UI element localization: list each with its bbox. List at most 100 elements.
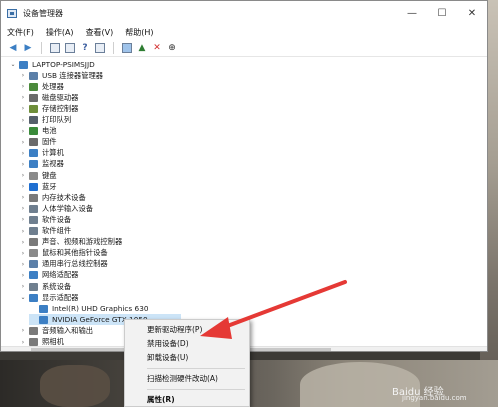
collapse-arrow-icon[interactable]: ⌄ xyxy=(19,294,27,301)
expand-arrow-icon[interactable]: › xyxy=(19,161,27,168)
download-icon[interactable]: ⊕ xyxy=(166,42,178,54)
remove-icon[interactable]: ✕ xyxy=(151,42,163,54)
menu-item-update-driver[interactable]: 更新驱动程序(P) xyxy=(125,323,249,337)
expand-arrow-icon[interactable]: › xyxy=(19,339,27,346)
tree-item[interactable]: › 固件 xyxy=(19,137,57,148)
expand-arrow-icon[interactable]: › xyxy=(19,327,27,334)
menu-item-uninstall-device[interactable]: 卸载设备(U) xyxy=(125,351,249,365)
device-category-icon xyxy=(29,338,38,346)
help-icon[interactable]: ? xyxy=(79,42,91,54)
forward-icon[interactable]: ▶ xyxy=(22,42,34,54)
tree-item[interactable]: › 软件设备 xyxy=(19,214,71,225)
tree-item[interactable]: › 打印队列 xyxy=(19,115,71,126)
maximize-button[interactable]: ☐ xyxy=(427,1,457,25)
tree-item[interactable]: › 监视器 xyxy=(19,159,64,170)
tree-item[interactable]: › 软件组件 xyxy=(19,226,71,237)
menu-item-properties[interactable]: 属性(R) xyxy=(125,393,249,407)
expand-arrow-icon[interactable]: › xyxy=(19,83,27,90)
tree-item-label: 声音、视频和游戏控制器 xyxy=(42,237,123,247)
device-category-icon xyxy=(29,182,38,191)
device-category-icon xyxy=(29,215,38,224)
tree-item[interactable]: › 鼠标和其他指针设备 xyxy=(19,248,108,259)
toolbar-separator xyxy=(113,41,114,54)
menu-bar: 文件(F) 操作(A) 查看(V) 帮助(H) xyxy=(1,25,487,39)
tree-item[interactable]: › 网络适配器 xyxy=(19,270,78,281)
tree-item-label: 人体学输入设备 xyxy=(42,203,94,213)
back-icon[interactable]: ◀ xyxy=(7,42,19,54)
tree-item[interactable]: ⌄ 显示适配器 xyxy=(19,292,78,303)
device-category-icon xyxy=(29,149,38,158)
tree-item[interactable]: › 音频输入和输出 xyxy=(19,325,93,336)
expand-arrow-icon[interactable]: › xyxy=(19,72,27,79)
device-category-icon xyxy=(29,204,38,213)
close-button[interactable]: ✕ xyxy=(457,1,487,25)
device-manager-icon xyxy=(7,8,17,18)
title-bar[interactable]: 设备管理器 — ☐ ✕ xyxy=(1,1,487,25)
menu-action[interactable]: 操作(A) xyxy=(46,27,74,38)
minimize-button[interactable]: — xyxy=(397,1,427,25)
tree-item-label: 软件组件 xyxy=(42,226,72,235)
tree-item[interactable]: › 键盘 xyxy=(19,170,57,181)
computer-icon xyxy=(19,60,28,69)
tree-item-label: 音频输入和输出 xyxy=(42,325,94,335)
window-title: 设备管理器 xyxy=(23,8,63,18)
tree-item-label: 内存技术设备 xyxy=(42,192,86,202)
device-category-icon xyxy=(29,326,38,335)
expand-arrow-icon[interactable]: › xyxy=(19,239,27,246)
expand-arrow-icon[interactable]: › xyxy=(19,261,27,268)
tree-item[interactable]: › 处理器 xyxy=(19,81,64,92)
tree-item[interactable]: › 存储控制器 xyxy=(19,103,78,114)
display-adapter-icon xyxy=(39,304,48,313)
device-category-icon xyxy=(29,127,38,136)
display-adapter-icon xyxy=(39,315,48,324)
menu-view[interactable]: 查看(V) xyxy=(86,27,114,38)
tree-item[interactable]: › 声音、视频和游戏控制器 xyxy=(19,237,122,248)
expand-arrow-icon[interactable]: › xyxy=(19,283,27,290)
tree-item[interactable]: › USB 连接器管理器 xyxy=(19,70,103,81)
tree-item[interactable]: › 蓝牙 xyxy=(19,181,57,192)
tree-item[interactable]: › 人体学输入设备 xyxy=(19,203,93,214)
tree-item-label: USB 连接器管理器 xyxy=(42,70,104,80)
tree-item-display-adapter[interactable]: Intel(R) UHD Graphics 630 xyxy=(29,303,148,314)
expand-arrow-icon[interactable]: › xyxy=(19,105,27,112)
tree-item-label: 磁盘驱动器 xyxy=(42,92,79,102)
expand-arrow-icon[interactable]: › xyxy=(19,139,27,146)
expand-arrow-icon[interactable]: › xyxy=(19,272,27,279)
expand-arrow-icon[interactable]: › xyxy=(19,172,27,179)
tree-item[interactable]: › 系统设备 xyxy=(19,281,71,292)
tree-item-label: 存储控制器 xyxy=(42,103,79,113)
expand-arrow-icon[interactable]: › xyxy=(19,216,27,223)
expand-arrow-icon[interactable]: › xyxy=(19,250,27,257)
tree-root[interactable]: ⌄ LAPTOP-PSIMSJJD xyxy=(9,59,94,70)
menu-item-scan-hardware[interactable]: 扫描检测硬件改动(A) xyxy=(125,372,249,386)
tree-item-label: 固件 xyxy=(42,137,57,147)
update-driver-icon[interactable]: ▲ xyxy=(136,42,148,54)
monitor-icon[interactable] xyxy=(121,42,133,54)
properties-icon[interactable] xyxy=(49,42,61,54)
menu-file[interactable]: 文件(F) xyxy=(7,27,34,38)
menu-help[interactable]: 帮助(H) xyxy=(125,27,153,38)
expand-arrow-icon[interactable]: › xyxy=(19,150,27,157)
device-category-icon xyxy=(29,271,38,280)
tree-item[interactable]: › 内存技术设备 xyxy=(19,192,86,203)
tree-item[interactable]: › 磁盘驱动器 xyxy=(19,92,78,103)
expand-arrow-icon[interactable]: › xyxy=(19,194,27,201)
tree-item-label: 打印队列 xyxy=(42,115,72,124)
list-icon[interactable] xyxy=(64,42,76,54)
expand-arrow-icon[interactable]: › xyxy=(19,117,27,124)
menu-item-disable-device[interactable]: 禁用设备(D) xyxy=(125,337,249,351)
expand-arrow-icon[interactable]: › xyxy=(19,183,27,190)
device-manager-window: 设备管理器 — ☐ ✕ 文件(F) 操作(A) 查看(V) 帮助(H) ◀ ▶ … xyxy=(0,0,488,352)
tree-item-label: 通用串行总线控制器 xyxy=(42,259,108,269)
device-category-icon xyxy=(29,82,38,91)
tree-item[interactable]: › 电池 xyxy=(19,126,57,137)
expand-arrow-icon[interactable]: › xyxy=(19,228,27,235)
view-icon[interactable] xyxy=(94,42,106,54)
expand-arrow-icon[interactable]: › xyxy=(19,128,27,135)
expand-arrow-icon[interactable]: › xyxy=(19,205,27,212)
collapse-arrow-icon[interactable]: ⌄ xyxy=(9,61,17,68)
tree-item[interactable]: › 计算机 xyxy=(19,148,64,159)
tree-item-label: Intel(R) UHD Graphics 630 xyxy=(52,304,149,314)
tree-item[interactable]: › 通用串行总线控制器 xyxy=(19,259,108,270)
expand-arrow-icon[interactable]: › xyxy=(19,94,27,101)
